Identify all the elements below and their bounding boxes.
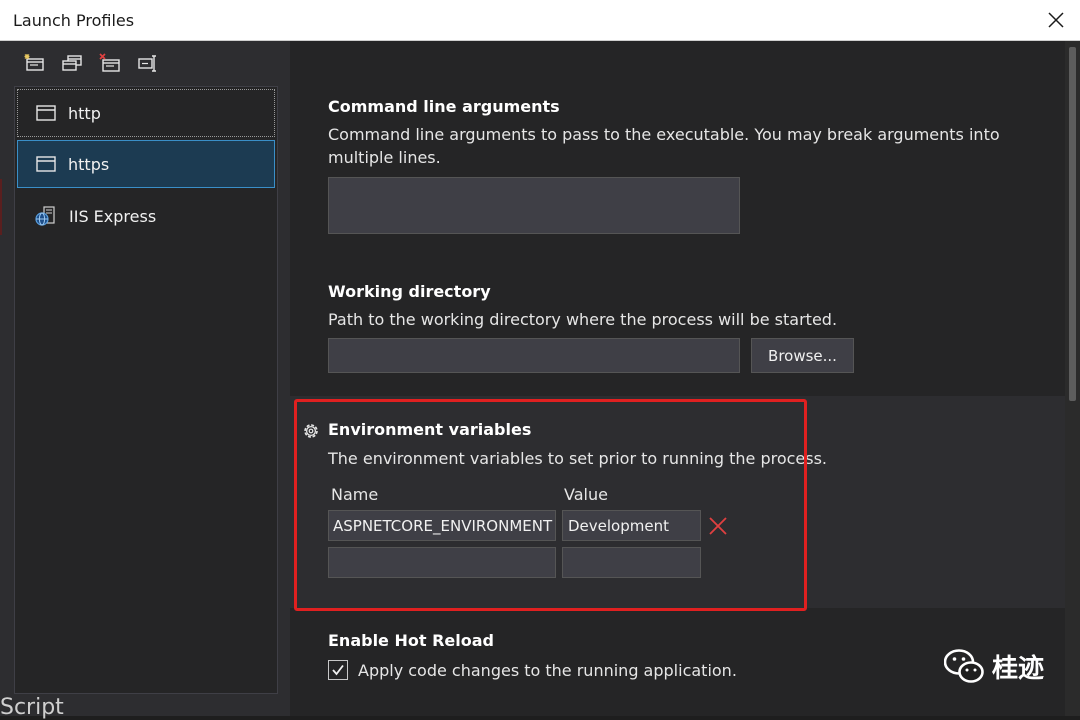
command-line-input[interactable] bbox=[328, 177, 740, 234]
title-bar: Launch Profiles bbox=[0, 0, 1080, 41]
delete-icon bbox=[709, 517, 727, 535]
command-line-title: Command line arguments bbox=[328, 97, 560, 116]
env-value-header: Value bbox=[564, 485, 608, 504]
command-line-description: Command line arguments to pass to the ex… bbox=[328, 125, 1000, 167]
rename-profile-icon bbox=[138, 55, 156, 72]
new-profile-button[interactable] bbox=[22, 51, 46, 75]
working-directory-input[interactable] bbox=[328, 338, 740, 373]
profile-label: https bbox=[68, 154, 110, 174]
vertical-scrollbar[interactable] bbox=[1065, 41, 1080, 716]
profile-item-iis-express[interactable]: IIS Express bbox=[17, 192, 275, 240]
profile-label: http bbox=[68, 103, 101, 123]
rename-profile-button[interactable] bbox=[136, 51, 160, 75]
delete-env-var-button[interactable] bbox=[708, 516, 728, 536]
profile-item-https[interactable]: https bbox=[17, 140, 275, 188]
watermark-text: 桂迹 bbox=[992, 654, 1045, 684]
delete-profile-button[interactable] bbox=[98, 51, 122, 75]
background-text-fragment: Script bbox=[0, 695, 64, 720]
new-profile-icon bbox=[24, 54, 44, 71]
hot-reload-label: Apply code changes to the running applic… bbox=[358, 661, 737, 680]
env-value-input-new[interactable] bbox=[562, 547, 701, 578]
scrollbar-thumb[interactable] bbox=[1069, 47, 1076, 401]
env-vars-description: The environment variables to set prior t… bbox=[328, 449, 828, 468]
duplicate-profile-icon bbox=[62, 55, 82, 71]
hot-reload-title: Enable Hot Reload bbox=[328, 631, 494, 650]
window-icon bbox=[36, 156, 56, 172]
env-vars-title: Environment variables bbox=[328, 420, 532, 439]
profiles-toolbar bbox=[22, 51, 160, 75]
edge-marker bbox=[0, 179, 2, 235]
env-name-input[interactable]: ASPNETCORE_ENVIRONMENT bbox=[328, 510, 556, 541]
profiles-pane: http https IIS Express bbox=[0, 41, 290, 716]
close-icon bbox=[1048, 12, 1064, 28]
env-value-input[interactable]: Development bbox=[562, 510, 701, 541]
profile-item-http[interactable]: http bbox=[17, 89, 275, 137]
checkmark-icon bbox=[332, 664, 344, 676]
working-directory-title: Working directory bbox=[328, 282, 491, 301]
watermark: 桂迹 bbox=[944, 648, 1044, 685]
env-name-input-new[interactable] bbox=[328, 547, 556, 578]
duplicate-profile-button[interactable] bbox=[60, 51, 84, 75]
gear-icon bbox=[304, 424, 318, 438]
close-button[interactable] bbox=[1042, 6, 1070, 34]
hot-reload-checkbox[interactable] bbox=[328, 660, 348, 680]
window-title: Launch Profiles bbox=[13, 11, 135, 30]
window-icon bbox=[36, 105, 56, 121]
env-name-header: Name bbox=[331, 485, 379, 504]
profile-list: http https IIS Express bbox=[14, 86, 278, 694]
delete-profile-icon bbox=[99, 53, 120, 72]
iis-globe-icon bbox=[35, 206, 55, 226]
wechat-icon bbox=[944, 648, 984, 683]
browse-button[interactable]: Browse... bbox=[751, 338, 854, 373]
working-directory-description: Path to the working directory where the … bbox=[328, 310, 838, 329]
profile-label: IIS Express bbox=[69, 206, 157, 226]
